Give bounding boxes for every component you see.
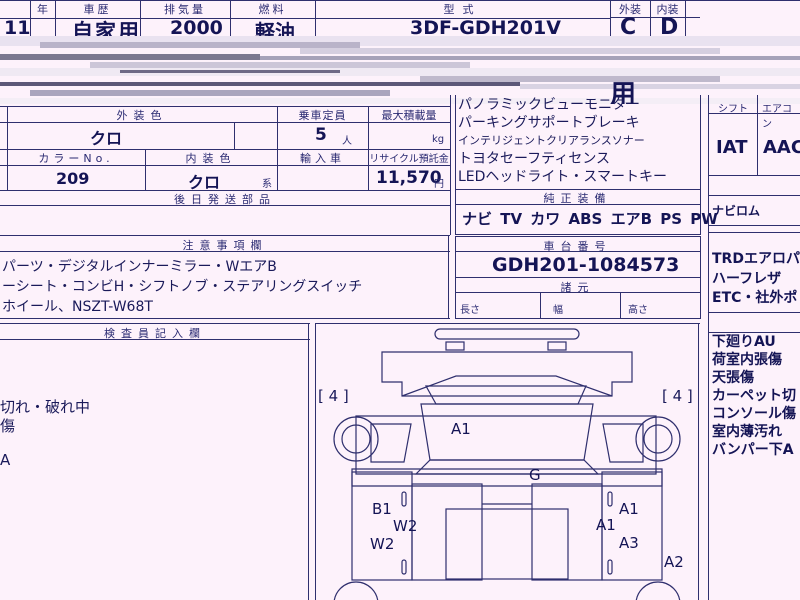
mark-w2-b: W2 — [370, 535, 394, 553]
fuel-label: 燃料 — [258, 3, 287, 16]
damage-1: 下廻りAU — [712, 334, 776, 350]
damage-6: 室内薄汚れ — [712, 424, 782, 440]
shift-label: シフト — [718, 104, 748, 115]
import-label: 輸入車 — [300, 152, 345, 165]
later-parts-label: 後日発送部品 — [174, 193, 276, 206]
option-2: ハーフレザ — [712, 271, 782, 287]
feature-2: パーキングサポートブレーキ — [458, 115, 640, 131]
damage-2: 荷室内張傷 — [712, 352, 782, 368]
mark-a3: A3 — [619, 534, 639, 552]
recycle-label: リサイクル預託金 — [369, 154, 449, 165]
mark-door-a1: A1 — [596, 516, 616, 534]
feature-1: パノラミックビューモニター — [458, 97, 640, 113]
damage-3: 天張傷 — [712, 370, 754, 386]
right-tire-tread: [ 4 ] — [662, 387, 693, 405]
inspector-line-1: 切れ・破れ中 — [0, 398, 91, 416]
chassis-label: 車台番号 — [543, 240, 612, 253]
chassis-value: GDH201-1084573 — [492, 254, 680, 276]
length-label: 長さ — [460, 305, 480, 316]
width-label: 幅 — [553, 305, 563, 316]
inspector-line-2: 傷 — [0, 417, 16, 435]
interior-color-label: 内装色 — [185, 152, 237, 165]
mark-b1: B1 — [372, 500, 392, 518]
feature-3: インテリジェントクリアランスソナー — [458, 134, 645, 147]
mark-a2: A2 — [664, 553, 684, 571]
max-load-unit: kg — [432, 134, 445, 145]
inspector-label: 検査員記入欄 — [104, 327, 206, 340]
mark-roof-a1: A1 — [451, 420, 471, 438]
mark-right-a1: A1 — [619, 500, 639, 518]
model-label: 型式 — [443, 3, 482, 16]
genuine-equipment-value: ナビ TV カワ ABS エアB PS PW — [462, 210, 718, 228]
damage-7: バンパー下A — [712, 442, 794, 458]
color-no-value: 209 — [56, 169, 90, 188]
notes-label: 注意事項欄 — [182, 239, 268, 252]
dims-label: 諸元 — [560, 281, 595, 294]
option-1: TRDエアロパ — [712, 251, 800, 267]
nav-value: ナビロム — [712, 204, 761, 218]
inspector-line-3: A — [0, 451, 11, 469]
interior-color-value: クロ — [188, 173, 221, 192]
year-label: 年 — [37, 3, 48, 16]
history-label: 車歴 — [83, 3, 112, 16]
damage-4: カーペット切 — [712, 388, 796, 404]
scan-glitch-band: 用 — [0, 36, 800, 104]
height-label: 高さ — [628, 305, 648, 316]
color-no-label: カラーNo. — [38, 152, 114, 165]
capacity-label: 乗車定員 — [298, 109, 347, 122]
capacity-value: 5 — [315, 125, 327, 145]
car-diagram: [ 4 ] [ 4 ] A1 G B1 W2 W2 A1 A1 A3 A2 — [318, 328, 693, 600]
option-3: ETC・社外ポ — [712, 290, 798, 306]
left-tire-tread: [ 4 ] — [318, 387, 349, 405]
notes-line-2: ーシート・コンビH・シフトノブ・ステアリングスイッチ — [2, 279, 363, 295]
recycle-unit: 円 — [434, 179, 444, 190]
feature-5: LEDヘッドライト・スマートキー — [458, 169, 668, 185]
shift-value: IAT — [716, 137, 748, 158]
mark-g: G — [529, 466, 541, 484]
displacement-label: 排気量 — [164, 3, 206, 16]
notes-line-3: ホイール、NSZT-W68T — [2, 299, 153, 315]
exterior-color-label: 外装色 — [116, 109, 168, 122]
genuine-equipment-label: 純正装備 — [543, 192, 612, 205]
max-load-label: 最大積載量 — [381, 109, 437, 122]
mark-w2-a: W2 — [393, 517, 417, 535]
recycle-value: 11,570 — [376, 168, 442, 188]
notes-line-1: パーツ・デジタルインナーミラー・WエアB — [2, 259, 277, 275]
aircon-value: AAC — [763, 137, 800, 158]
aircon-label: エアコン — [762, 104, 792, 130]
capacity-unit: 人 — [342, 136, 352, 147]
feature-4: トヨタセーフティセンス — [458, 151, 611, 167]
exterior-color-value: クロ — [90, 129, 123, 148]
damage-5: コンソール傷 — [712, 406, 796, 422]
interior-color-unit: 系 — [262, 179, 272, 190]
